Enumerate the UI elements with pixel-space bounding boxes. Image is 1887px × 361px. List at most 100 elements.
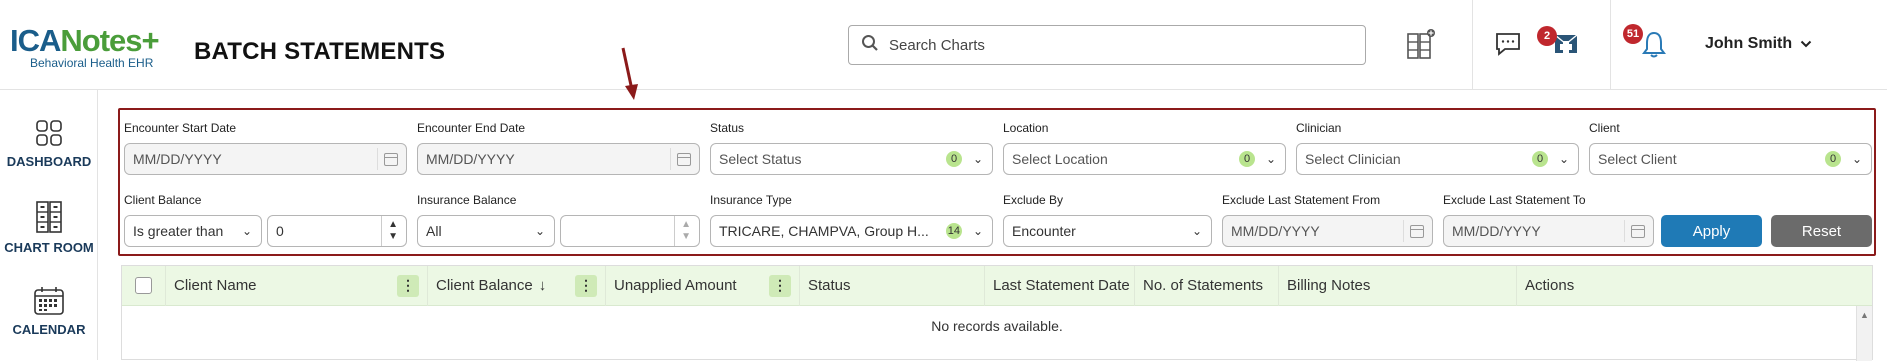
sidebar-item-calendar[interactable]: CALENDAR [0, 286, 98, 337]
exclude-from-label: Exclude Last Statement From [1222, 193, 1381, 207]
clinician-count-badge: 0 [1532, 151, 1548, 167]
dashboard-icon [0, 118, 98, 148]
search-charts-box[interactable] [848, 25, 1366, 65]
chevron-down-icon: ⌄ [972, 224, 984, 238]
sort-desc-icon: ↓ [538, 277, 547, 294]
empty-state-message: No records available. [931, 318, 1063, 334]
select-all-cell [122, 265, 166, 306]
sidebar-item-label: CALENDAR [12, 322, 86, 337]
insurance-balance-select[interactable]: All ⌄ [417, 215, 555, 247]
clinician-placeholder: Select Clinician [1305, 151, 1401, 167]
chevron-down-icon [1800, 35, 1812, 53]
search-charts-input[interactable] [889, 36, 1329, 54]
sidebar-item-label: DASHBOARD [6, 154, 92, 169]
column-menu-icon[interactable]: ⋮ [769, 274, 791, 297]
calendar-icon[interactable] [384, 152, 398, 166]
search-icon [861, 34, 879, 57]
status-count-badge: 0 [946, 151, 962, 167]
clinician-select[interactable]: Select Clinician 0 ⌄ [1296, 143, 1579, 175]
encounter-start-label: Encounter Start Date [124, 121, 237, 135]
column-header-status[interactable]: Status [800, 265, 985, 306]
location-select[interactable]: Select Location 0 ⌄ [1003, 143, 1286, 175]
status-select[interactable]: Select Status 0 ⌄ [710, 143, 993, 175]
column-label: Actions [1525, 277, 1575, 294]
status-placeholder: Select Status [719, 151, 802, 167]
sidebar-item-chart-room[interactable]: CHART ROOM [0, 200, 98, 255]
client-select[interactable]: Select Client 0 ⌄ [1589, 143, 1872, 175]
filter-panel: Encounter Start Date Encounter End Date … [118, 108, 1876, 256]
insurance-balance-amount-input[interactable]: ▲ ▼ [560, 215, 700, 247]
sidebar-item-dashboard[interactable]: DASHBOARD [0, 118, 98, 169]
logo-notes: Notes [60, 23, 142, 58]
notifications-badge: 51 [1623, 24, 1643, 44]
location-label: Location [1003, 121, 1049, 135]
exclude-by-label: Exclude By [1003, 193, 1064, 207]
column-header-client-balance[interactable]: Client Balance ↓ ⋮ [428, 265, 606, 306]
insurance-balance-value: All [426, 223, 442, 239]
column-header-no-of-statements[interactable]: No. of Statements [1135, 265, 1279, 306]
column-label: No. of Statements [1143, 277, 1264, 294]
column-label: Billing Notes [1287, 277, 1371, 294]
column-header-client-name[interactable]: Client Name ⋮ [166, 265, 428, 306]
exclude-by-select[interactable]: Encounter ⌄ [1003, 215, 1212, 247]
column-header-actions[interactable]: Actions [1517, 266, 1872, 306]
chevron-down-icon: ⌄ [1851, 152, 1863, 166]
column-menu-icon[interactable]: ⋮ [575, 274, 597, 297]
icanotes-logo[interactable]: ICANotes+ Behavioral Health EHR [10, 23, 165, 70]
chevron-down-icon: ⌄ [534, 224, 546, 238]
encounter-end-date-field[interactable]: MM/DD/YYYY [417, 143, 700, 175]
user-name: John Smith [1705, 35, 1793, 52]
client-label: Client [1589, 121, 1620, 135]
client-balance-label: Client Balance [124, 193, 202, 207]
chat-icon[interactable] [1492, 26, 1524, 62]
encounter-end-label: Encounter End Date [417, 121, 526, 135]
insurance-type-count-badge: 14 [945, 223, 962, 239]
client-placeholder: Select Client [1598, 151, 1677, 167]
exclude-to-label: Exclude Last Statement To [1443, 193, 1586, 207]
apply-button[interactable]: Apply [1661, 215, 1762, 247]
column-header-billing-notes[interactable]: Billing Notes [1279, 265, 1517, 306]
annotation-arrow-icon [620, 46, 640, 107]
column-header-unapplied-amount[interactable]: Unapplied Amount ⋮ [606, 265, 800, 306]
encounter-start-date-field[interactable]: MM/DD/YYYY [124, 143, 407, 175]
logo-subtitle: Behavioral Health EHR [30, 56, 154, 70]
page-title: BATCH STATEMENTS [194, 38, 446, 65]
column-label: Status [808, 277, 851, 294]
statements-grid: Client Name ⋮ Client Balance ↓ ⋮ Unappli… [121, 265, 1873, 361]
column-label: Client Name [174, 277, 257, 294]
column-label: Client Balance [436, 277, 533, 294]
grid-header: Client Name ⋮ Client Balance ↓ ⋮ Unappli… [122, 265, 1872, 306]
reset-button[interactable]: Reset [1771, 215, 1872, 247]
header-divider [1610, 0, 1611, 90]
date-placeholder: MM/DD/YYYY [426, 151, 515, 167]
calendar-icon[interactable] [677, 152, 691, 166]
calendar-icon [0, 286, 98, 316]
header-divider [1472, 0, 1473, 90]
column-header-last-statement-date[interactable]: Last Statement Date [985, 265, 1135, 306]
select-all-checkbox[interactable] [135, 277, 152, 294]
grid-scrollbar[interactable]: ▲ [1856, 306, 1872, 361]
calendar-icon[interactable] [1410, 224, 1424, 238]
chart-room-add-icon[interactable] [1405, 26, 1437, 62]
location-count-badge: 0 [1239, 151, 1255, 167]
chevron-down-icon: ⌄ [241, 224, 253, 238]
date-placeholder: MM/DD/YYYY [133, 151, 222, 167]
exclude-from-date-field[interactable]: MM/DD/YYYY [1222, 215, 1433, 247]
location-placeholder: Select Location [1012, 151, 1108, 167]
client-balance-amount-input[interactable]: 0 ▲ ▼ [267, 215, 407, 247]
logo-ica: ICA [10, 23, 61, 58]
user-menu[interactable]: John Smith [1705, 35, 1812, 53]
insurance-balance-label: Insurance Balance [417, 193, 517, 207]
date-placeholder: MM/DD/YYYY [1452, 223, 1541, 239]
scroll-up-icon[interactable]: ▲ [1857, 310, 1872, 320]
number-spinner-icon[interactable]: ▲ ▼ [381, 216, 398, 246]
insurance-type-select[interactable]: TRICARE, CHAMPVA, Group H... 14 ⌄ [710, 215, 993, 247]
chevron-down-icon: ⌄ [972, 152, 984, 166]
insurance-type-label: Insurance Type [710, 193, 792, 207]
column-menu-icon[interactable]: ⋮ [397, 274, 419, 297]
messages-badge: 2 [1537, 26, 1557, 46]
calendar-icon[interactable] [1631, 224, 1645, 238]
number-spinner-icon[interactable]: ▲ ▼ [674, 216, 691, 246]
exclude-to-date-field[interactable]: MM/DD/YYYY [1443, 215, 1654, 247]
client-balance-operator-select[interactable]: Is greater than ⌄ [124, 215, 262, 247]
